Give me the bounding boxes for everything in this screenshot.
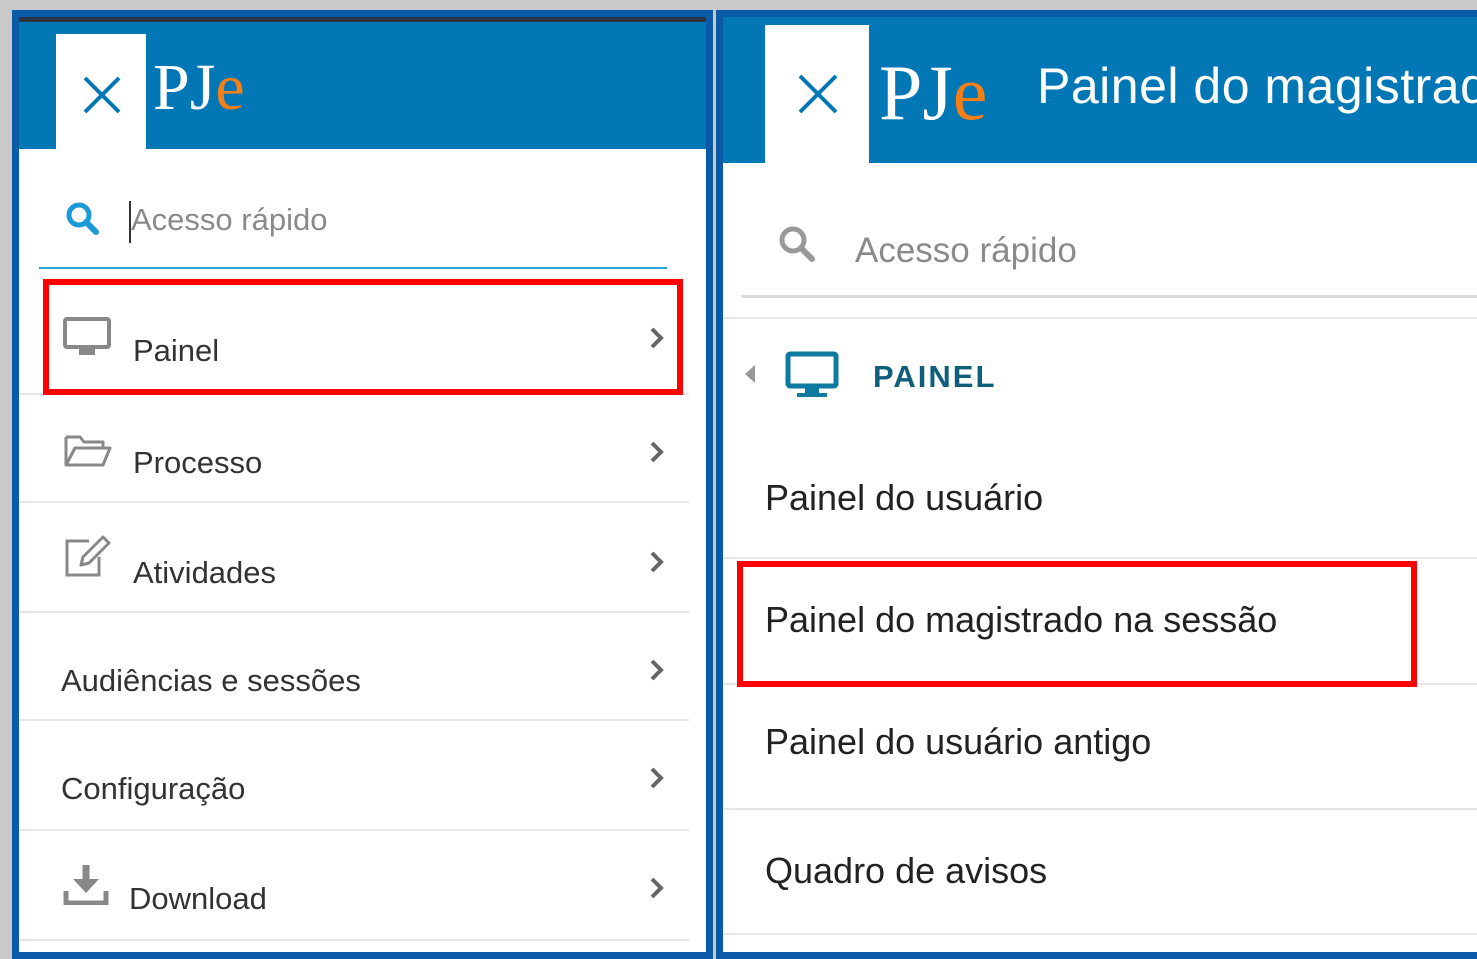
submenu-panel: PJe Painel do magistrado PAINEL Painel d… <box>716 10 1477 959</box>
close-menu-button[interactable] <box>56 34 146 155</box>
chevron-right-icon <box>650 659 664 681</box>
chevron-right-icon <box>650 877 664 899</box>
close-icon <box>798 74 838 114</box>
menu-item-label: Atividades <box>133 555 277 590</box>
submenu-item-quadro-avisos[interactable]: Quadro de avisos <box>723 810 1477 935</box>
submenu-item-painel-usuario[interactable]: Painel do usuário <box>723 421 1477 559</box>
pje-logo-text: PJe <box>879 49 987 136</box>
menu-item-atividades[interactable]: Atividades <box>19 503 689 613</box>
menu-item-processo[interactable]: Processo <box>19 395 689 503</box>
menu-item-label: Download <box>129 881 267 916</box>
menu-item-label: Audiências e sessões <box>61 663 361 698</box>
menu-item-label: Processo <box>133 445 263 480</box>
highlight-painel-magistrado <box>737 561 1417 687</box>
submenu-item-label: Painel do usuário antigo <box>765 721 1152 762</box>
quick-access-search <box>741 201 1477 298</box>
quick-access-search <box>39 179 667 269</box>
pje-logo: PJe <box>153 51 245 124</box>
edit-icon <box>65 535 111 577</box>
pje-logo: PJe <box>879 49 987 136</box>
menu-item-label: Configuração <box>61 771 246 806</box>
folder-open-icon <box>64 435 112 467</box>
highlight-painel <box>43 279 683 395</box>
main-menu-panel: PJe Painel Processo <box>12 10 713 959</box>
menu-item-audiencias[interactable]: Audiências e sessões <box>19 613 689 721</box>
close-menu-button[interactable] <box>765 25 869 163</box>
section-title: PAINEL <box>873 359 997 394</box>
section-header-painel: PAINEL <box>723 317 1477 423</box>
menu-item-configuracao[interactable]: Configuração <box>19 721 689 831</box>
monitor-icon <box>785 351 839 397</box>
menu-item-download[interactable]: Download <box>19 831 689 941</box>
search-icon <box>779 226 815 262</box>
quick-access-input[interactable] <box>129 197 633 243</box>
chevron-right-icon <box>650 551 664 573</box>
chevron-right-icon <box>650 767 664 789</box>
download-icon <box>63 865 109 905</box>
submenu-item-label: Painel do usuário <box>765 477 1044 518</box>
quick-access-input[interactable] <box>853 228 1457 274</box>
back-arrow-icon[interactable] <box>743 363 757 385</box>
page-title: Painel do magistrado <box>1037 58 1477 114</box>
submenu-item-painel-usuario-antigo[interactable]: Painel do usuário antigo <box>723 685 1477 810</box>
chevron-right-icon <box>650 441 664 463</box>
submenu-item-label: Quadro de avisos <box>765 850 1048 891</box>
search-icon <box>66 202 99 235</box>
close-icon <box>83 76 121 114</box>
text-caret <box>129 201 131 243</box>
